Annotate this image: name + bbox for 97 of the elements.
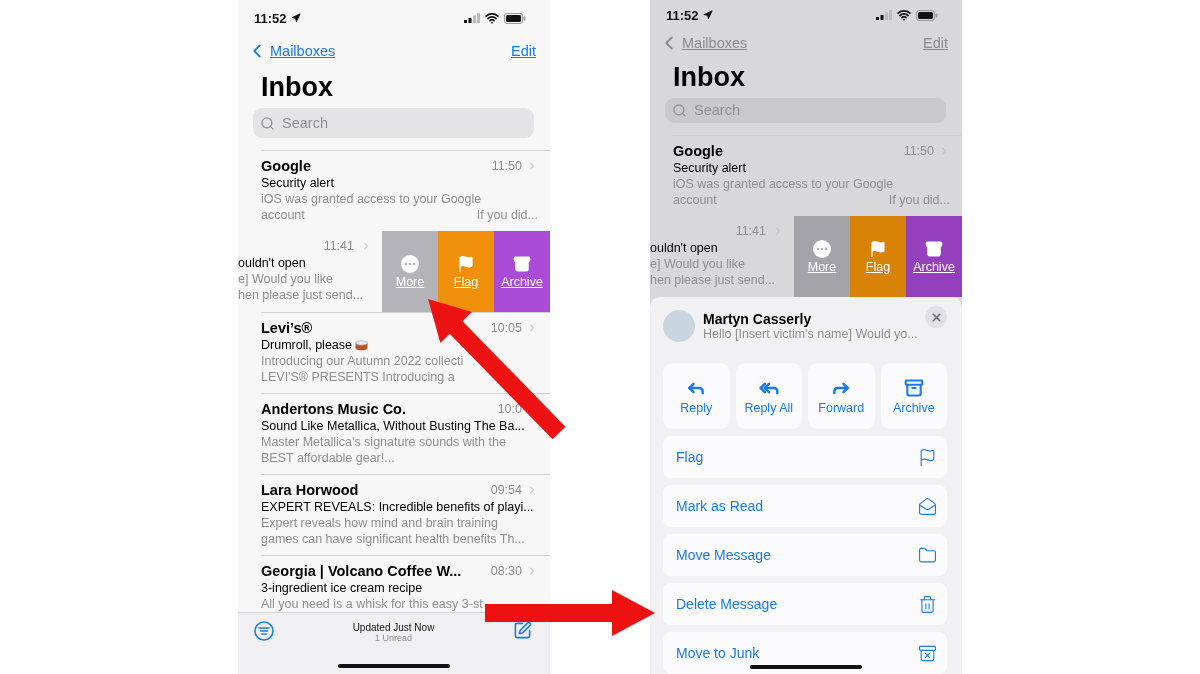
search-input[interactable]: Search [692,101,896,120]
message-preview: e] Would you like [238,271,334,287]
battery-icon [504,12,526,24]
junk-bin-icon [918,643,937,663]
status-time: 11:52 [254,10,287,26]
message-time: 09:54 [490,483,522,497]
message-preview: All you need is a whisk for this easy 3-st [261,596,484,612]
message-preview: BEST affordable gear!... [261,450,396,466]
message-preview: If you did... [888,192,950,208]
message-preview: iOS was granted access to your Google [673,176,895,192]
message-preview: games can have significant health benefits Th... [261,531,526,547]
message-subject: EXPERT REVEALS: Incredible benefits of playi... [261,499,534,515]
message-subject: Sound Like Metallica, Without Busting The Ba... [261,418,525,434]
swipe-action-button[interactable]: Archive [494,231,550,312]
message-subject: Security alert [673,160,746,176]
inbox-title: Inbox [672,60,746,94]
flag-icon [918,447,937,467]
sheet-action-button[interactable]: Move Message [663,534,947,576]
more-icon [813,239,831,258]
message-subject: Security alert [261,175,334,191]
unread-count: 1 Unread [375,633,412,643]
search-input[interactable]: Search [280,114,484,132]
signal-icon [464,13,480,23]
message-time: 11:50 [903,144,934,158]
swipe-action-button[interactable]: Flag [438,231,494,312]
message-preview: account [261,207,305,223]
message-preview: If you did... [476,207,538,223]
message-preview: e] Would you like [650,256,746,272]
battery-icon [916,9,938,21]
edit-link[interactable]: Edit [923,35,948,52]
message-preview: hen please just send... [238,287,365,303]
message-preview: LEVI'S® PRESENTS Introducing a [261,369,456,385]
wifi-icon [897,8,911,23]
folder-icon [918,545,937,565]
swipe-action-button[interactable]: Flag [850,216,906,297]
sheet-action-button[interactable]: Move to Junk [663,632,947,674]
search-icon [260,115,275,131]
search-icon [672,102,687,118]
compose-button[interactable] [513,621,532,640]
archive-icon [925,239,943,258]
more-icon [401,254,419,273]
quick-action-button[interactable]: Reply All [735,363,802,429]
message-subject: ouldn't open [238,255,307,271]
archive-icon [903,377,924,398]
message-sender: Levi’s® [261,319,313,337]
filter-icon [254,621,274,641]
sheet-action-button[interactable]: Delete Message [663,583,947,625]
message-preview: iOS was granted access to your Google [261,191,483,207]
location-icon [702,10,713,21]
message-time: 11:41 [735,224,766,238]
message-time: 10:0 [497,402,522,416]
flag-icon [457,254,475,273]
message-preview: account [673,192,717,208]
signal-icon [876,10,892,21]
message-time: 11:41 [323,239,354,253]
sheet-preview: Hello [Insert victim's name] Would yo... [703,327,917,341]
sheet-action-button[interactable]: Flag [663,436,947,478]
quick-action-button[interactable]: Forward [808,363,875,429]
message-sender: Georgia | Volcano Coffee W... [261,562,462,580]
message-preview: Introducing our Autumn 2022 collecti [261,353,465,369]
quick-action-button[interactable]: Archive [880,363,947,429]
message-time: 08:30 [490,564,522,578]
trash-icon [918,594,937,614]
message-time: 10:05 [490,321,522,335]
search-field[interactable]: Search [665,97,946,123]
message-sender: Andertons Music Co. [261,400,406,418]
filter-button[interactable] [254,621,274,641]
archive-icon [513,254,531,273]
close-button[interactable] [925,306,947,328]
message-sender: Google [261,157,311,175]
swipe-action-button[interactable]: More [794,216,850,297]
avatar [663,310,695,342]
message-subject: ouldn't open [650,240,719,256]
message-preview: hen please just send... [650,272,777,288]
search-field[interactable]: Search [253,108,534,138]
update-status: Updated Just Now [352,622,435,633]
swipe-action-button[interactable]: Archive [906,216,962,297]
message-subject: Drumroll, please [261,337,352,353]
back-link[interactable]: Mailboxes [658,32,748,55]
message-preview: Master Metallica's signature sounds with the [261,434,507,450]
edit-link[interactable]: Edit [511,43,536,59]
quick-action-button[interactable]: Reply [663,363,730,429]
message-preview: Expert reveals how mind and brain training [261,515,499,531]
message-sender: Google [673,142,723,160]
sheet-sender: Martyn Casserly [703,311,813,327]
message-time: 11:50 [491,159,522,173]
status-time: 11:52 [666,7,699,23]
close-icon [929,310,943,324]
inbox-title: Inbox [260,71,334,104]
envelope-icon [918,496,937,516]
message-sender: Lara Horwood [261,481,359,499]
wifi-icon [485,11,499,25]
sheet-action-button[interactable]: Mark as Read [663,485,947,527]
message-subject: 3-ingredient ice cream recipe [261,580,423,596]
location-icon [290,13,301,23]
back-link[interactable]: Mailboxes [246,40,336,62]
flag-icon [869,239,887,258]
